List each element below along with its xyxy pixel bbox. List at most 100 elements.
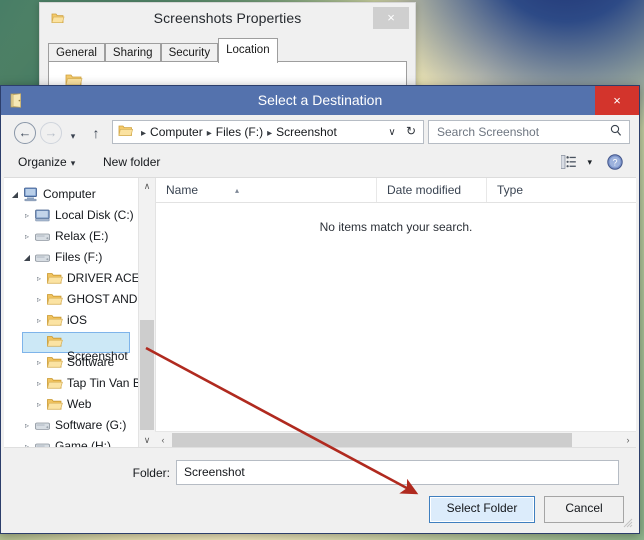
properties-title: Screenshots Properties	[153, 10, 302, 26]
folder-icon	[46, 376, 63, 391]
properties-title-bar: Screenshots Properties ×	[40, 3, 415, 36]
folder-icon	[46, 397, 63, 412]
properties-tab-strip: General Sharing Security Location	[48, 38, 407, 63]
expander-icon[interactable]: ▹	[34, 394, 44, 415]
chevron-down-icon[interactable]: ▾	[587, 157, 592, 168]
drive-icon	[34, 250, 51, 265]
scroll-left-icon[interactable]: ‹	[155, 432, 171, 448]
tree-item-computer[interactable]: ◢ Computer	[4, 184, 138, 205]
drive-icon	[34, 229, 51, 244]
expander-icon[interactable]: ◢	[22, 247, 32, 268]
tree-item-label: Local Disk (C:)	[55, 208, 134, 222]
sort-ascending-icon: ▴	[235, 186, 240, 195]
search-box[interactable]: Search Screenshot	[428, 120, 630, 144]
expander-icon[interactable]: ▹	[22, 415, 32, 436]
select-folder-button[interactable]: Select Folder	[429, 496, 535, 523]
chevron-down-icon: ▾	[70, 158, 76, 168]
navigation-tree[interactable]: ◢ Computer ▹ Local Disk (C:) ▹ Relax (E:…	[4, 178, 138, 448]
expander-icon[interactable]: ▹	[22, 226, 32, 247]
tree-item-label: Files (F:)	[55, 250, 103, 264]
tree-item-label: Screenshot	[67, 349, 128, 363]
folder-name-input[interactable]: Screenshot	[176, 460, 619, 485]
tree-item-files-f[interactable]: ◢ Files (F:)	[4, 247, 138, 268]
column-header-type[interactable]: Type	[486, 178, 607, 202]
tab-security[interactable]: Security	[160, 43, 219, 63]
expander-icon[interactable]: ▹	[34, 289, 44, 310]
expander-icon[interactable]: ▹	[34, 373, 44, 394]
folder-field-label: Folder:	[132, 466, 170, 480]
new-folder-button[interactable]: New folder	[103, 154, 160, 171]
column-header-date-modified[interactable]: Date modified	[376, 178, 497, 202]
tree-items: ◢ Computer ▹ Local Disk (C:) ▹ Relax (E:…	[4, 184, 138, 448]
scroll-down-icon[interactable]: ∨	[139, 432, 155, 448]
view-layout-icon[interactable]	[561, 155, 576, 169]
tree-item-label: Software (G:)	[55, 418, 127, 432]
forward-icon[interactable]: →	[40, 122, 62, 144]
drive-icon	[34, 208, 51, 223]
tree-item-label: iOS	[67, 313, 88, 327]
expander-icon[interactable]: ▹	[22, 205, 32, 226]
expander-icon[interactable]: ▹	[34, 268, 44, 289]
breadcrumb-item-screenshot[interactable]: Screenshot	[276, 125, 337, 139]
breadcrumb-separator: ▸	[206, 128, 212, 139]
column-header-label: Name	[166, 183, 199, 197]
tree-item-web[interactable]: ▹ Web	[4, 394, 138, 415]
refresh-icon[interactable]: ↻	[404, 124, 418, 139]
tree-item-label: Computer	[43, 187, 96, 201]
chevron-down-icon[interactable]: ∨	[385, 125, 399, 140]
browser-panes: ◢ Computer ▹ Local Disk (C:) ▹ Relax (E:…	[4, 177, 636, 448]
breadcrumb-item-computer[interactable]: Computer	[150, 125, 203, 139]
select-a-destination-dialog[interactable]: Select a Destination × ← → ▾ ↑ ▸ Compute…	[0, 85, 640, 534]
empty-list-message: No items match your search.	[319, 220, 473, 234]
tree-vertical-scrollbar[interactable]: ∧ ∨	[138, 178, 155, 448]
scrollbar-thumb[interactable]	[172, 433, 572, 447]
tree-item-label: GHOST AND IS	[67, 292, 138, 306]
tree-item-label: Relax (E:)	[55, 229, 109, 243]
resize-grip[interactable]	[623, 518, 633, 528]
column-header-row: Name ▴ Date modified Type	[156, 178, 636, 203]
cancel-button[interactable]: Cancel	[544, 496, 624, 523]
expander-icon[interactable]: ◢	[10, 184, 20, 205]
dialog-title-bar: Select a Destination ×	[1, 86, 639, 115]
expander-icon[interactable]: ▹	[34, 352, 44, 373]
file-list-pane[interactable]: Name ▴ Date modified Type No items match…	[155, 178, 636, 448]
tab-sharing[interactable]: Sharing	[104, 43, 161, 63]
dialog-footer: Folder: Screenshot Select Folder Cancel	[4, 447, 636, 530]
tab-location[interactable]: Location	[218, 38, 278, 63]
organize-button[interactable]: Organize ▾	[18, 154, 75, 172]
column-header-name[interactable]: Name ▴	[156, 178, 386, 202]
recent-locations-icon[interactable]: ▾	[66, 126, 80, 146]
tree-item-tap-tin-van-ba[interactable]: ▹ Tap Tin Van Ba	[4, 373, 138, 394]
scroll-right-icon[interactable]: ›	[620, 432, 636, 448]
scroll-up-icon[interactable]: ∧	[139, 178, 155, 194]
navigation-bar: ← → ▾ ↑ ▸ Computer ▸ Files (F:) ▸ Screenshot …	[4, 115, 636, 148]
list-horizontal-scrollbar[interactable]: ‹ ›	[155, 431, 636, 448]
breadcrumb: ▸ Computer ▸ Files (F:) ▸ Screenshot	[137, 124, 337, 142]
svg-text:?: ?	[612, 158, 617, 168]
tree-item-ios[interactable]: ▹ iOS	[4, 310, 138, 331]
breadcrumb-separator: ▸	[267, 128, 273, 139]
tree-item-relax-e[interactable]: ▹ Relax (E:)	[4, 226, 138, 247]
organize-label: Organize	[18, 155, 67, 169]
help-icon[interactable]: ?	[607, 154, 623, 170]
folder-icon	[118, 124, 133, 138]
close-icon[interactable]: ×	[373, 7, 409, 29]
tab-general[interactable]: General	[48, 43, 105, 63]
expander-icon[interactable]: ▹	[34, 310, 44, 331]
up-icon[interactable]: ↑	[88, 123, 104, 143]
search-input[interactable]: Search Screenshot	[437, 124, 539, 140]
search-icon	[610, 124, 622, 137]
scrollbar-thumb[interactable]	[140, 320, 154, 430]
tree-item-label: Tap Tin Van Ba	[67, 376, 138, 390]
tree-item-screenshot[interactable]: Screenshot	[4, 331, 138, 363]
address-bar[interactable]: ▸ Computer ▸ Files (F:) ▸ Screenshot ∨ ↻	[112, 120, 424, 144]
close-icon[interactable]: ×	[595, 86, 639, 115]
folder-icon	[46, 271, 63, 286]
tree-item-ghost-and-is[interactable]: ▹ GHOST AND IS	[4, 289, 138, 310]
folder-icon	[46, 334, 138, 349]
back-icon[interactable]: ←	[14, 122, 36, 144]
tree-item-software-g[interactable]: ▹ Software (G:)	[4, 415, 138, 436]
tree-item-local-disk-c[interactable]: ▹ Local Disk (C:)	[4, 205, 138, 226]
tree-item-driver-acer[interactable]: ▹ DRIVER ACER	[4, 268, 138, 289]
breadcrumb-item-files-f[interactable]: Files (F:)	[216, 125, 263, 139]
